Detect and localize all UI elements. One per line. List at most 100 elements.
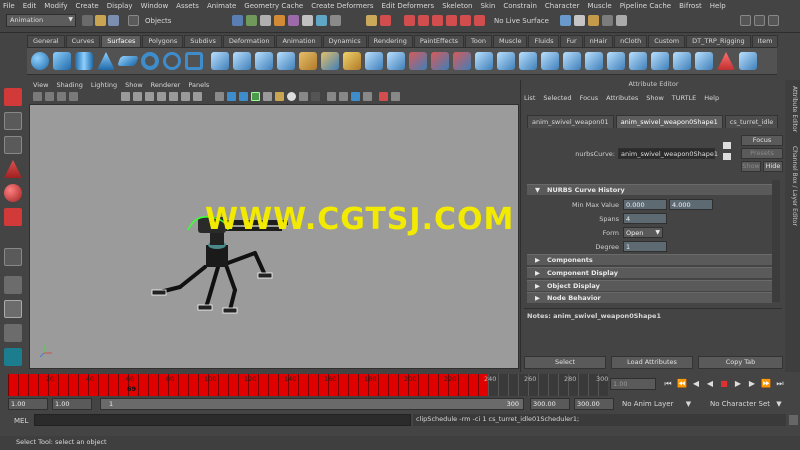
menu-create-deformers[interactable]: Create Deformers: [311, 2, 373, 10]
node-name-field[interactable]: anim_swivel_weapon0Shape1: [618, 148, 718, 159]
textured-icon[interactable]: [251, 92, 260, 101]
surface-editing-tool-icon[interactable]: [717, 52, 735, 70]
field-chart-icon[interactable]: [169, 92, 178, 101]
bevel-icon[interactable]: [365, 52, 383, 70]
notes-area[interactable]: Notes: anim_swivel_weapon0Shape1: [524, 308, 782, 350]
custom-layout-icon[interactable]: [4, 348, 22, 366]
untrim-icon[interactable]: [475, 52, 493, 70]
menu-animate[interactable]: Animate: [207, 2, 236, 10]
shelf-tab-fluids[interactable]: Fluids: [528, 35, 560, 47]
animation-end-field[interactable]: 300.00: [574, 398, 614, 410]
viewport-menu-renderer[interactable]: Renderer: [151, 81, 181, 89]
shelf-tab-dt-trp-rigging[interactable]: DT_TRP_Rigging: [686, 35, 751, 47]
shelf-tab-curves[interactable]: Curves: [65, 35, 101, 47]
shelf-tab-deformation[interactable]: Deformation: [222, 35, 276, 47]
attribute-editor-scrollbar[interactable]: [772, 180, 780, 302]
focus-button[interactable]: Focus: [741, 135, 783, 146]
film-gate-icon[interactable]: [133, 92, 142, 101]
toggle-tool-settings-icon[interactable]: [754, 15, 765, 26]
ae-menu-show[interactable]: Show: [646, 94, 664, 102]
joint-icon[interactable]: [288, 15, 299, 26]
nurbs-cylinder-icon[interactable]: [75, 52, 93, 70]
viewport-menu-show[interactable]: Show: [125, 81, 143, 89]
motion-blur-icon[interactable]: [299, 92, 308, 101]
use-all-lights-icon[interactable]: [263, 92, 272, 101]
nurbs-plane-icon[interactable]: [117, 56, 139, 66]
attach-surfaces-icon[interactable]: [497, 52, 515, 70]
single-perspective-layout-icon[interactable]: [4, 276, 22, 294]
section-components[interactable]: ▶ Components: [527, 254, 772, 265]
scale-tool-icon[interactable]: [4, 208, 22, 226]
lasso-tool-icon[interactable]: [4, 112, 22, 130]
playback-start-field[interactable]: 1.00: [52, 398, 92, 410]
step-back-frame-icon[interactable]: ◀: [690, 378, 702, 390]
select-by-type-icon[interactable]: [246, 15, 257, 26]
stop-icon[interactable]: ■: [718, 378, 730, 390]
snap-point-icon[interactable]: [432, 15, 443, 26]
script-editor-icon[interactable]: [789, 415, 798, 425]
depth-of-field-icon[interactable]: [391, 92, 400, 101]
ae-menu-turtle[interactable]: TURTLE: [672, 94, 696, 102]
side-tab-attribute-editor[interactable]: Attribute Editor: [787, 86, 798, 132]
toggle-attribute-editor-icon[interactable]: [740, 15, 751, 26]
command-language-label[interactable]: MEL: [14, 417, 28, 425]
shelf-tab-polygons[interactable]: Polygons: [142, 35, 184, 47]
make-live-icon[interactable]: [460, 15, 471, 26]
ae-menu-selected[interactable]: Selected: [543, 94, 571, 102]
shelf-tab-item[interactable]: Item: [751, 35, 779, 47]
menu-display[interactable]: Display: [107, 2, 133, 10]
play-forward-icon[interactable]: ▶: [732, 378, 744, 390]
select-camera-icon[interactable]: [379, 92, 388, 101]
insert-isoparms-icon[interactable]: [585, 52, 603, 70]
step-forward-key-icon[interactable]: ⏩: [760, 378, 772, 390]
deformation-icon[interactable]: [330, 15, 341, 26]
move-tool-icon[interactable]: [4, 160, 22, 178]
hide-button[interactable]: Hide: [763, 161, 783, 172]
extrude-icon[interactable]: [277, 52, 295, 70]
select-by-hierarchy-icon[interactable]: [232, 15, 243, 26]
align-surfaces-icon[interactable]: [541, 52, 559, 70]
menu-help[interactable]: Help: [710, 2, 726, 10]
menu-edit-deformers[interactable]: Edit Deformers: [382, 2, 435, 10]
reverse-direction-icon[interactable]: [673, 52, 691, 70]
select-tool-icon[interactable]: [4, 88, 22, 106]
select-by-component-icon[interactable]: [260, 15, 271, 26]
toggle-channel-box-icon[interactable]: [768, 15, 779, 26]
step-back-key-icon[interactable]: ⏪: [676, 378, 688, 390]
min-value-field[interactable]: 0.000: [623, 199, 667, 210]
side-tab-channel-box[interactable]: Channel Box / Layer Editor: [787, 146, 798, 226]
grid-icon[interactable]: [121, 92, 130, 101]
outliner-layout-icon[interactable]: [4, 324, 22, 342]
nurbs-sphere-icon[interactable]: [31, 52, 49, 70]
snap-view-plane-icon[interactable]: [446, 15, 457, 26]
viewport-menu-panels[interactable]: Panels: [188, 81, 209, 89]
magnet-icon[interactable]: [380, 15, 391, 26]
viewport-menu-shading[interactable]: Shading: [56, 81, 82, 89]
lock-icon[interactable]: [366, 15, 377, 26]
handle-icon[interactable]: [274, 15, 285, 26]
magnet-live-icon[interactable]: [474, 15, 485, 26]
paint-select-tool-icon[interactable]: [4, 136, 22, 154]
shelf-tab-muscle[interactable]: Muscle: [492, 35, 528, 47]
spans-field[interactable]: 4: [623, 213, 667, 224]
presets-button[interactable]: Presets: [741, 148, 783, 159]
square-surface-icon[interactable]: [343, 52, 361, 70]
animation-start-field[interactable]: 1.00: [8, 398, 48, 410]
shadows-icon[interactable]: [275, 92, 284, 101]
offset-surfaces-icon[interactable]: [629, 52, 647, 70]
menu-assets[interactable]: Assets: [176, 2, 199, 10]
camera-attributes-icon[interactable]: [45, 92, 54, 101]
turret-model[interactable]: [30, 105, 519, 369]
menu-file[interactable]: File: [3, 2, 15, 10]
ae-menu-help[interactable]: Help: [704, 94, 719, 102]
surface-icon[interactable]: [316, 15, 327, 26]
ae-tab-transform[interactable]: anim_swivel_weapon01: [527, 115, 614, 128]
smooth-shade-icon[interactable]: [227, 92, 236, 101]
four-view-layout-icon[interactable]: [4, 300, 22, 318]
render-frame-icon[interactable]: [574, 15, 585, 26]
open-scene-icon[interactable]: [95, 15, 106, 26]
shelf-tab-general[interactable]: General: [27, 35, 65, 47]
shelf-tab-subdivs[interactable]: Subdivs: [184, 35, 222, 47]
break-tangent-icon[interactable]: [739, 52, 757, 70]
range-slider[interactable]: 1 300: [100, 398, 524, 410]
